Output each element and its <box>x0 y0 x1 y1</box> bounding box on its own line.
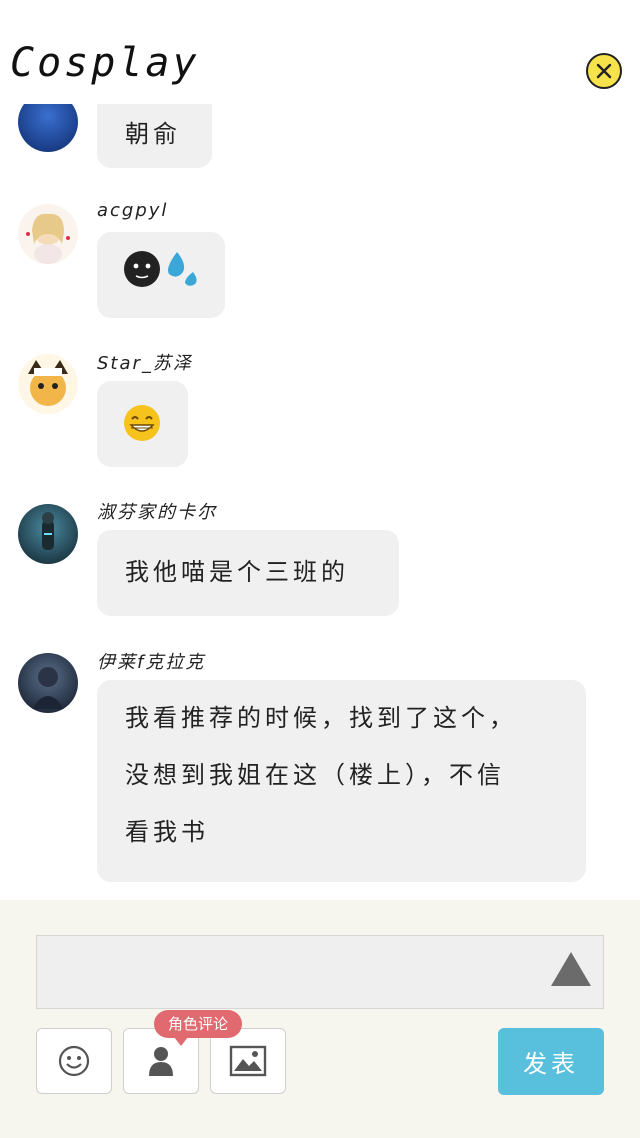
image-icon <box>229 1045 267 1077</box>
list-item: Star_苏泽 <box>0 349 640 469</box>
role-comment-tag: 角色评论 <box>154 1010 243 1046</box>
page-title: Cosplay <box>10 40 200 86</box>
smiley-icon <box>58 1045 90 1077</box>
username[interactable]: 伊莱f克拉克 <box>97 648 205 674</box>
person-icon <box>149 1047 173 1076</box>
grin-emoji-icon <box>124 405 160 441</box>
avatar[interactable] <box>18 504 78 564</box>
list-item: 淑芬家的卡尔 我他喵是个三班的 <box>0 498 640 618</box>
character-avatar-icon <box>32 667 64 709</box>
list-item: 朝俞 <box>0 104 640 174</box>
close-button[interactable] <box>586 53 622 89</box>
list-item: acgpyl <box>0 200 640 320</box>
username[interactable]: acgpyl <box>97 200 168 221</box>
cat-avatar-icon <box>28 360 68 406</box>
message-bubble <box>97 381 188 467</box>
composer: 角色评论 发表 <box>0 900 640 1138</box>
header: Cosplay <box>0 0 640 104</box>
message-bubble: 我他喵是个三班的 <box>97 530 399 616</box>
comment-feed[interactable]: 朝俞 acgpyl Star_苏泽 淑芬家的卡尔 我他喵是个三班的 伊莱f克拉克… <box>0 104 640 900</box>
post-button[interactable]: 发表 <box>498 1028 604 1095</box>
avatar[interactable] <box>18 104 78 152</box>
emoji-button[interactable] <box>36 1028 112 1094</box>
avatar[interactable] <box>18 204 78 264</box>
avatar[interactable] <box>18 354 78 414</box>
avatar[interactable] <box>18 653 78 713</box>
anime-girl-avatar-icon <box>26 213 70 264</box>
sweat-drop-emoji-icon <box>168 252 197 286</box>
username[interactable]: 淑芬家的卡尔 <box>97 498 217 524</box>
list-item: 伊莱f克拉克 我看推荐的时候，找到了这个， 没想到我姐在这（楼上），不信 看我书 <box>0 648 640 888</box>
username[interactable]: Star_苏泽 <box>97 349 193 375</box>
character-avatar-icon <box>42 512 54 550</box>
comment-input[interactable] <box>36 935 604 1009</box>
message-bubble <box>97 232 225 318</box>
message-bubble: 朝俞 <box>97 104 212 168</box>
dark-face-emoji-icon <box>124 251 160 287</box>
triangle-up-icon[interactable] <box>551 952 591 986</box>
close-circle-icon <box>596 63 612 79</box>
message-bubble: 我看推荐的时候，找到了这个， 没想到我姐在这（楼上），不信 看我书 <box>97 680 586 882</box>
